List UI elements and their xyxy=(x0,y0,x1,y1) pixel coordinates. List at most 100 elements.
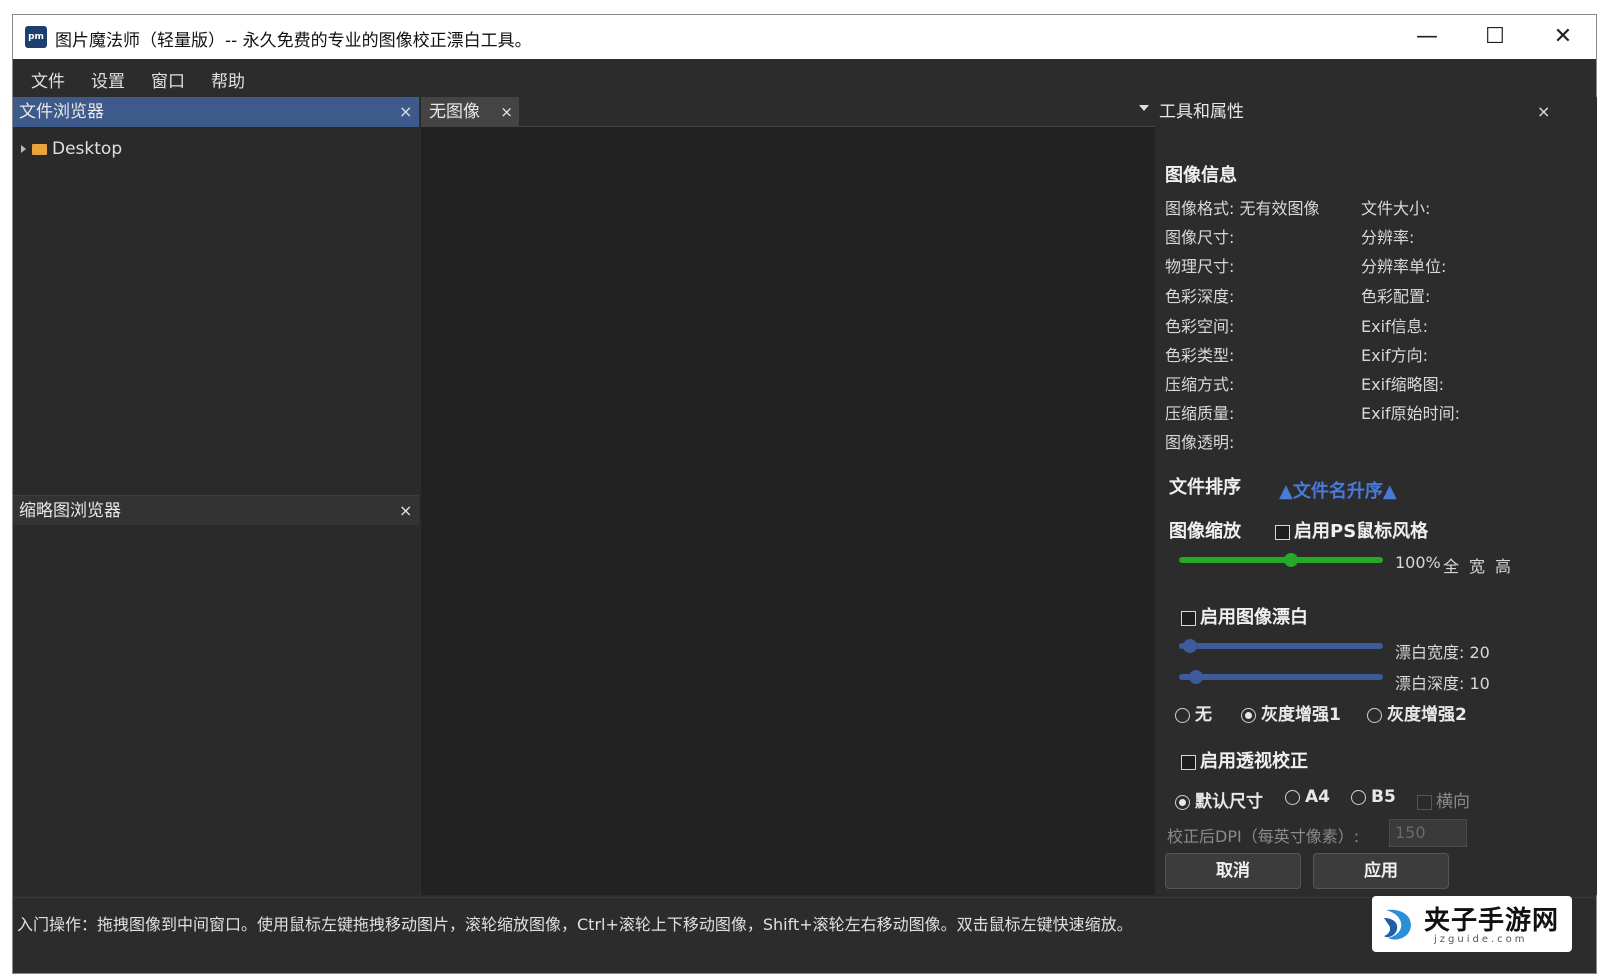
tools-panel-title: 工具和属性 xyxy=(1159,102,1244,122)
size-a4-radio[interactable]: A4 xyxy=(1285,787,1330,807)
landscape-checkbox[interactable]: 横向 xyxy=(1417,787,1470,812)
whiten-mode-none-radio[interactable]: 无 xyxy=(1175,700,1212,725)
info-color-type: 色彩类型: xyxy=(1165,346,1235,365)
tree-item-label: Desktop xyxy=(52,139,123,159)
watermark-text: 夹子手游网 xyxy=(1424,906,1560,936)
expand-arrow-icon[interactable] xyxy=(21,145,26,153)
info-resolution: 分辨率: xyxy=(1361,228,1415,247)
size-b5-radio[interactable]: B5 xyxy=(1351,787,1396,807)
tree-item-desktop[interactable]: Desktop xyxy=(21,139,122,159)
checkbox-box[interactable] xyxy=(1181,610,1196,626)
watermark-logo-icon xyxy=(1384,909,1411,940)
menu-help[interactable]: 帮助 xyxy=(211,67,245,92)
window-title: 图片魔法师（轻量版）-- 永久免费的专业的图像校正漂白工具。 xyxy=(55,31,532,51)
status-hint-text: 入门操作：拖拽图像到中间窗口。使用鼠标左键拖拽移动图片，滚轮缩放图像，Ctrl+… xyxy=(17,915,1133,934)
info-size: 图像尺寸: xyxy=(1165,228,1235,247)
zoom-fit-full-button[interactable]: 全 xyxy=(1443,553,1459,577)
enable-whiten-checkbox[interactable]: 启用图像漂白 xyxy=(1181,603,1308,629)
tools-panel: 图像信息 图像格式: 无有效图像 图像尺寸: 物理尺寸: 色彩深度: 色彩空间:… xyxy=(1157,127,1597,895)
thumbnail-browser-header: 缩略图浏览器 × xyxy=(13,495,419,525)
radio-circle[interactable] xyxy=(1351,789,1366,805)
whiten-depth-slider-handle[interactable] xyxy=(1188,670,1203,684)
info-format: 图像格式: 无有效图像 xyxy=(1165,199,1320,218)
radio-circle[interactable] xyxy=(1285,789,1300,805)
whiten-width-readout: 漂白宽度: 20 xyxy=(1395,643,1490,662)
info-transparency: 图像透明: xyxy=(1165,433,1235,452)
zoom-fit-width-button[interactable]: 宽 xyxy=(1469,553,1485,577)
app-logo-icon: pm xyxy=(25,26,47,48)
checkbox-box[interactable] xyxy=(1417,794,1432,810)
file-browser-title: 文件浏览器 xyxy=(19,102,104,122)
zoom-fit-height-button[interactable]: 高 xyxy=(1495,553,1511,577)
thumbnail-browser-panel xyxy=(13,525,419,895)
zoom-slider-handle[interactable] xyxy=(1283,553,1298,567)
menu-file[interactable]: 文件 xyxy=(31,67,65,92)
ps-mouse-style-checkbox[interactable]: 启用PS鼠标风格 xyxy=(1275,517,1428,543)
file-browser-close-button[interactable]: × xyxy=(399,97,412,127)
whiten-width-value: 20 xyxy=(1469,643,1490,662)
image-tab-bar: 无图像 × xyxy=(421,97,1155,127)
info-color-space: 色彩空间: xyxy=(1165,317,1235,336)
info-physical-size: 物理尺寸: xyxy=(1165,257,1235,276)
thumbnail-browser-title: 缩略图浏览器 xyxy=(19,501,121,521)
close-window-button[interactable]: ✕ xyxy=(1529,15,1597,59)
watermark-url: jzguide.com xyxy=(1434,934,1528,945)
info-color-profile: 色彩配置: xyxy=(1361,287,1431,306)
info-resolution-unit: 分辨率单位: xyxy=(1361,257,1447,276)
whiten-depth-slider-track[interactable] xyxy=(1179,674,1383,680)
whiten-mode-gray1-radio[interactable]: 灰度增强1 xyxy=(1241,700,1341,725)
enable-perspective-checkbox[interactable]: 启用透视校正 xyxy=(1181,747,1308,773)
menu-settings[interactable]: 设置 xyxy=(91,67,125,92)
whiten-mode-gray2-radio[interactable]: 灰度增强2 xyxy=(1367,700,1467,725)
minimize-button[interactable]: — xyxy=(1393,15,1461,59)
maximize-button[interactable]: ☐ xyxy=(1461,15,1529,59)
whiten-depth-value: 10 xyxy=(1469,674,1490,693)
info-exif-datetime: Exif原始时间: xyxy=(1361,404,1461,423)
whiten-depth-readout: 漂白深度: 10 xyxy=(1395,674,1490,693)
dpi-input[interactable]: 150 xyxy=(1389,819,1467,847)
file-browser-header: 文件浏览器 × xyxy=(13,97,419,127)
site-watermark: 夹子手游网 jzguide.com xyxy=(1372,896,1572,952)
status-bar: 入门操作：拖拽图像到中间窗口。使用鼠标左键拖拽移动图片，滚轮缩放图像，Ctrl+… xyxy=(13,897,1596,943)
checkbox-box[interactable] xyxy=(1181,754,1196,770)
menu-bar: 文件 设置 窗口 帮助 xyxy=(13,59,1596,95)
folder-icon xyxy=(32,143,47,155)
image-canvas[interactable] xyxy=(421,127,1155,895)
image-info-heading: 图像信息 xyxy=(1165,165,1237,186)
whiten-width-slider-handle[interactable] xyxy=(1182,639,1197,653)
checkbox-box[interactable] xyxy=(1275,524,1290,540)
sort-label: 文件排序 xyxy=(1169,477,1241,498)
info-file-size: 文件大小: xyxy=(1361,199,1431,218)
tab-label: 无图像 xyxy=(429,102,480,122)
apply-button[interactable]: 应用 xyxy=(1313,853,1449,889)
tab-list-dropdown-icon[interactable] xyxy=(1139,105,1149,111)
radio-circle[interactable] xyxy=(1175,794,1190,810)
tab-no-image[interactable]: 无图像 × xyxy=(421,97,519,127)
app-window: pm 图片魔法师（轻量版）-- 永久免费的专业的图像校正漂白工具。 — ☐ ✕ … xyxy=(12,14,1597,974)
info-quality: 压缩质量: xyxy=(1165,404,1235,423)
menu-window[interactable]: 窗口 xyxy=(151,67,185,92)
info-color-depth: 色彩深度: xyxy=(1165,287,1235,306)
title-bar: pm 图片魔法师（轻量版）-- 永久免费的专业的图像校正漂白工具。 — ☐ ✕ xyxy=(13,15,1596,59)
info-exif: Exif信息: xyxy=(1361,317,1429,336)
dpi-label: 校正后DPI（每英寸像素）: xyxy=(1167,827,1360,846)
tools-panel-header: 工具和属性 × xyxy=(1157,97,1597,127)
size-default-radio[interactable]: 默认尺寸 xyxy=(1175,787,1263,812)
radio-circle[interactable] xyxy=(1367,707,1382,723)
zoom-percent: 100% xyxy=(1395,553,1441,572)
info-exif-orientation: Exif方向: xyxy=(1361,346,1429,365)
file-browser-panel: Desktop xyxy=(13,127,419,495)
zoom-slider-track[interactable] xyxy=(1179,557,1383,563)
sort-order-toggle[interactable]: ▲文件名升序▲ xyxy=(1279,477,1397,503)
tools-panel-close-button[interactable]: × xyxy=(1537,97,1550,127)
info-exif-thumbnail: Exif缩略图: xyxy=(1361,375,1445,394)
thumbnail-browser-close-button[interactable]: × xyxy=(399,496,412,526)
info-compression: 压缩方式: xyxy=(1165,375,1235,394)
zoom-label: 图像缩放 xyxy=(1169,521,1241,542)
info-format-value: 无有效图像 xyxy=(1239,199,1320,218)
tab-close-button[interactable]: × xyxy=(500,97,513,127)
whiten-width-slider-track[interactable] xyxy=(1179,643,1383,649)
cancel-button[interactable]: 取消 xyxy=(1165,853,1301,889)
radio-circle[interactable] xyxy=(1175,707,1190,723)
radio-circle[interactable] xyxy=(1241,707,1256,723)
